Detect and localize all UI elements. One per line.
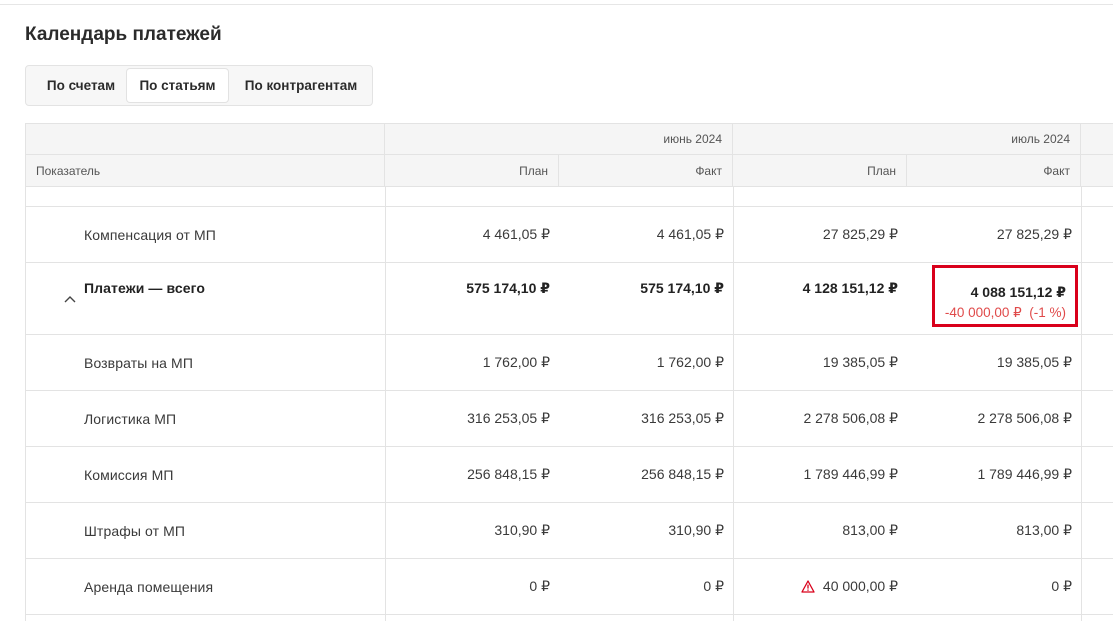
june-fact-value: 4 461,05 ₽	[656, 226, 724, 242]
june-fact-value: 575 174,10 ₽	[640, 279, 724, 296]
july-plan-value: 2 278 506,08 ₽	[803, 410, 898, 426]
payment-calendar-table: июнь 2024 июль 2024 Показатель План Факт…	[25, 123, 1113, 621]
period-header-july: июль 2024	[733, 124, 1081, 154]
chevron-up-icon[interactable]	[63, 263, 77, 334]
july-fact-value: 27 825,29 ₽	[996, 226, 1072, 242]
june-fact-value: 316 253,05 ₽	[641, 410, 724, 426]
june-plan-value: 0 ₽	[529, 578, 550, 594]
table-top-spacer	[26, 187, 1113, 207]
row-label: Логистика МП	[84, 410, 177, 427]
row-label: Комиссия МП	[84, 466, 174, 483]
tab-by-counterparties[interactable]: По контрагентам	[236, 69, 366, 102]
table-row[interactable]: Логистика МП 316 253,05 ₽ 316 253,05 ₽ 2…	[26, 391, 1113, 447]
july-plan-header: План	[733, 155, 907, 186]
row-label: Аренда помещения	[84, 578, 214, 595]
june-plan-value: 316 253,05 ₽	[467, 410, 550, 426]
july-plan-value: 40 000,00 ₽	[822, 578, 898, 594]
row-label: Штрафы от МП	[84, 522, 185, 539]
july-fact-value: 2 278 506,08 ₽	[977, 410, 1072, 426]
row-label: Возвраты на МП	[84, 354, 193, 371]
july-fact-value: 19 385,05 ₽	[996, 354, 1072, 370]
july-fact-value: 0 ₽	[1051, 578, 1072, 594]
june-plan-value: 310,90 ₽	[494, 522, 550, 538]
table-row[interactable]: Комиссия МП 256 848,15 ₽ 256 848,15 ₽ 1 …	[26, 447, 1113, 503]
june-fact-value: 310,90 ₽	[668, 522, 724, 538]
highlighted-fact-cell[interactable]: 4 088 151,12 ₽ -40 000,00 ₽ (-1 %)	[932, 265, 1078, 327]
july-plan-value: 813,00 ₽	[842, 522, 898, 538]
warning-triangle-icon[interactable]	[801, 580, 815, 593]
table-row[interactable]: Штрафы от МП 310,90 ₽ 310,90 ₽ 813,00 ₽ …	[26, 503, 1113, 559]
indicator-header: Показатель	[26, 155, 385, 186]
july-plan-value: 4 128 151,12 ₽	[802, 279, 898, 296]
june-plan-value: 256 848,15 ₽	[467, 466, 550, 482]
july-plan-value: 27 825,29 ₽	[822, 226, 898, 242]
tab-by-accounts[interactable]: По счетам	[32, 69, 130, 102]
view-tabs: По счетам По статьям По контрагентам	[25, 65, 373, 106]
july-fact-value: 1 789 446,99 ₽	[977, 466, 1072, 482]
july-fact-value: 813,00 ₽	[1016, 522, 1072, 538]
header-empty-cell	[26, 124, 385, 154]
july-fact-value: 4 088 151,12 ₽	[970, 284, 1066, 300]
june-fact-value: 0 ₽	[703, 578, 724, 594]
june-plan-value: 1 762,00 ₽	[482, 354, 550, 370]
tab-by-items[interactable]: По статьям	[127, 69, 228, 102]
july-plan-value: 1 789 446,99 ₽	[803, 466, 898, 482]
row-label: Платежи — всего	[84, 280, 206, 296]
row-label: Компенсация от МП	[84, 226, 216, 243]
fact-deviation: -40 000,00 ₽ (-1 %)	[944, 305, 1066, 320]
june-fact-value: 256 848,15 ₽	[641, 466, 724, 482]
july-plan-cell: 40 000,00 ₽	[733, 559, 907, 614]
june-fact-header: Факт	[559, 155, 733, 186]
page-title: Календарь платежей	[25, 24, 222, 45]
table-row[interactable]: Возвраты на МП 1 762,00 ₽ 1 762,00 ₽ 19 …	[26, 335, 1113, 391]
column-header-row: Показатель План Факт План Факт	[26, 155, 1113, 187]
june-plan-value: 575 174,10 ₽	[466, 279, 550, 296]
june-fact-value: 1 762,00 ₽	[656, 354, 724, 370]
period-header-row: июнь 2024 июль 2024	[26, 124, 1113, 155]
table-row[interactable]: Аренда помещения 0 ₽ 0 ₽ 40 000,00 ₽ 0 ₽	[26, 559, 1113, 615]
table-row[interactable]: Компенсация от МП 4 461,05 ₽ 4 461,05 ₽ …	[26, 207, 1113, 263]
june-plan-header: План	[385, 155, 559, 186]
july-fact-header: Факт	[907, 155, 1081, 186]
period-header-june: июнь 2024	[385, 124, 733, 154]
july-plan-value: 19 385,05 ₽	[822, 354, 898, 370]
top-border	[0, 0, 1113, 5]
june-plan-value: 4 461,05 ₽	[482, 226, 550, 242]
